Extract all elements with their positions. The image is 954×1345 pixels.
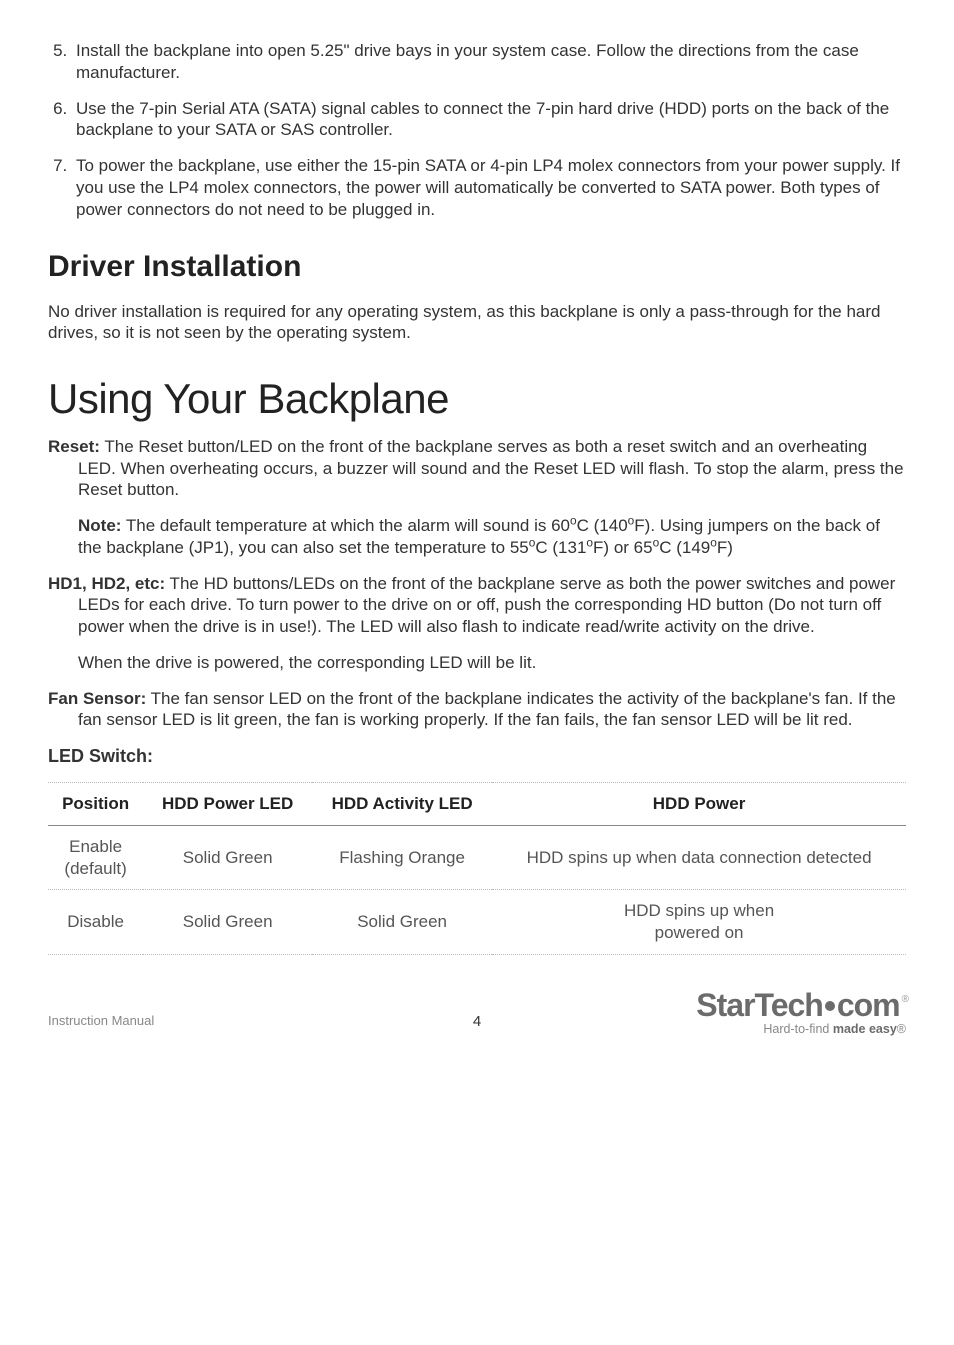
brand-tagline: Hard-to-find made easy® (696, 1023, 906, 1036)
fan-body: The fan sensor LED on the front of the b… (78, 689, 896, 730)
list-item: Install the backplane into open 5.25" dr… (72, 40, 906, 84)
table-row: Enable (default) Solid Green Flashing Ora… (48, 825, 906, 890)
led-table: Position HDD Power LED HDD Activity LED … (48, 782, 906, 955)
col-power-led: HDD Power LED (143, 783, 312, 826)
note-label: Note: (78, 516, 121, 535)
footer-brand: StarTechcom® Hard-to-find made easy® (696, 989, 906, 1036)
cell-power-led: Solid Green (143, 890, 312, 955)
footer-left-label: Instruction Manual (48, 1013, 154, 1036)
cell-hdd-power: HDD spins up when data connection detect… (492, 825, 906, 890)
degree-symbol: o (710, 535, 717, 549)
cell-hdd-power: HDD spins up when powered on (492, 890, 906, 955)
fan-paragraph: Fan Sensor: The fan sensor LED on the fr… (48, 688, 906, 732)
tagline-a: Hard-to-find (763, 1022, 832, 1036)
note-seg: C (131 (535, 538, 586, 557)
led-switch-heading: LED Switch: (48, 745, 906, 768)
page-number: 4 (473, 1012, 481, 1035)
hd-label: HD1, HD2, etc: (48, 574, 165, 593)
list-item: To power the backplane, use either the 1… (72, 155, 906, 220)
degree-symbol: o (570, 513, 577, 527)
note-seg: The default temperature at which the ala… (121, 516, 570, 535)
brand-text-a: StarTech (696, 989, 823, 1021)
section-heading-driver: Driver Installation (48, 248, 906, 286)
cell-text: (default) (64, 859, 126, 878)
cell-activity-led: Solid Green (312, 890, 492, 955)
col-hdd-power: HDD Power (492, 783, 906, 826)
hd-note: When the drive is powered, the correspon… (48, 652, 906, 674)
major-heading: Using Your Backplane (48, 372, 906, 426)
list-item: Use the 7-pin Serial ATA (SATA) signal c… (72, 98, 906, 142)
note-seg: C (149 (659, 538, 710, 557)
note-seg: F) or 65 (593, 538, 653, 557)
brand-text-b: com (837, 989, 900, 1021)
trademark-icon: ® (897, 1022, 906, 1036)
col-activity-led: HDD Activity LED (312, 783, 492, 826)
trademark-icon: ® (902, 995, 908, 1005)
tagline-b: made easy (833, 1022, 897, 1036)
table-header-row: Position HDD Power LED HDD Activity LED … (48, 783, 906, 826)
driver-body: No driver installation is required for a… (48, 301, 906, 345)
note-seg: F) (717, 538, 733, 557)
reset-paragraph: Reset: The Reset button/LED on the front… (48, 436, 906, 501)
hd-body: The HD buttons/LEDs on the front of the … (78, 574, 895, 637)
cell-text: powered on (655, 923, 744, 942)
cell-power-led: Solid Green (143, 825, 312, 890)
cell-position: Disable (48, 890, 143, 955)
note-paragraph: Note: The default temperature at which t… (48, 515, 906, 559)
footer: Instruction Manual 4 StarTech com® Hard-t… (48, 989, 906, 1036)
brand-dot-icon (825, 1001, 835, 1011)
reset-body: The Reset button/LED on the front of the… (78, 437, 904, 500)
fan-label: Fan Sensor: (48, 689, 146, 708)
note-seg: C (140 (577, 516, 628, 535)
instruction-list: Install the backplane into open 5.25" dr… (48, 40, 906, 220)
hd-paragraph: HD1, HD2, etc: The HD buttons/LEDs on th… (48, 573, 906, 638)
cell-text: HDD spins up when (624, 901, 774, 920)
reset-label: Reset: (48, 437, 100, 456)
brand-logo: StarTech com® (696, 989, 906, 1021)
col-position: Position (48, 783, 143, 826)
cell-activity-led: Flashing Orange (312, 825, 492, 890)
table-row: Disable Solid Green Solid Green HDD spin… (48, 890, 906, 955)
cell-text: Enable (69, 837, 122, 856)
cell-position: Enable (default) (48, 825, 143, 890)
